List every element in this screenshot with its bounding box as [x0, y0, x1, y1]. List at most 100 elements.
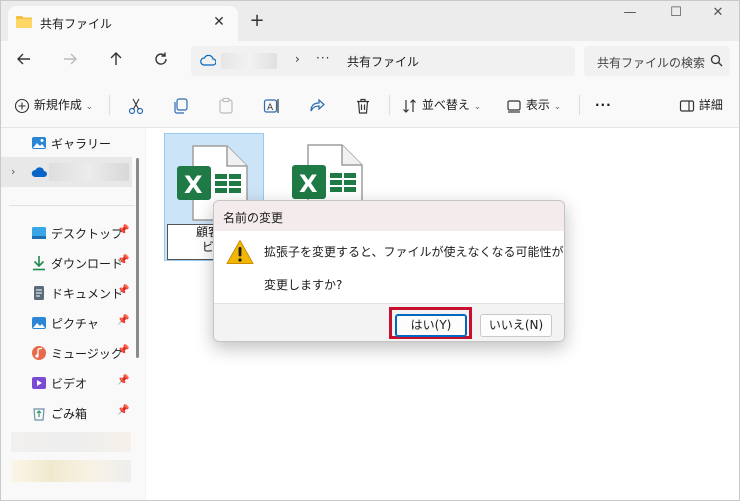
sidebar-item-videos[interactable]: ビデオ 📌	[1, 369, 141, 397]
pin-icon: 📌	[117, 285, 130, 296]
command-bar: 新規作成 ⌄ A 並べ替え ⌄ 表示 ⌄ ··· 詳細	[1, 83, 739, 128]
copy-button[interactable]	[172, 94, 190, 116]
sidebar-item-label: デスクトップ	[51, 227, 124, 241]
music-icon	[32, 346, 46, 360]
breadcrumb-chevron-icon[interactable]: ›	[295, 52, 300, 66]
trash-icon	[357, 98, 369, 114]
sidebar-item-onedrive[interactable]: ›	[1, 157, 132, 187]
search-input[interactable]: 共有ファイルの検索	[584, 46, 730, 76]
share-button[interactable]	[308, 94, 326, 116]
new-tab-button[interactable]: +	[247, 11, 267, 31]
document-icon	[34, 286, 44, 300]
tab-shared-files[interactable]: 共有ファイル ✕	[8, 6, 238, 41]
onedrive-cloud-icon	[31, 167, 47, 177]
desktop-icon	[32, 227, 46, 239]
tab-close-icon[interactable]: ✕	[209, 12, 229, 32]
new-label: 新規作成	[33, 98, 82, 112]
copy-icon	[174, 97, 188, 114]
sidebar-item-desktop[interactable]: デスクトップ 📌	[1, 219, 141, 247]
dialog-message: 拡張子を変更すると、ファイルが使えなくなる可能性があります。	[264, 245, 564, 259]
up-arrow-icon[interactable]	[104, 50, 128, 74]
rename-button[interactable]: A	[263, 94, 281, 116]
sidebar-item-label: ドキュメント	[51, 287, 124, 301]
pin-icon: 📌	[117, 315, 130, 326]
pin-icon: 📌	[117, 225, 130, 236]
divider	[579, 95, 580, 115]
minimize-button[interactable]: —	[607, 3, 653, 23]
divider	[9, 205, 135, 206]
scissors-icon	[128, 98, 144, 114]
dialog-title-bar: 名前の変更	[214, 201, 564, 231]
title-bar: 共有ファイル ✕ + — ☐ ✕	[1, 1, 739, 41]
video-icon	[32, 377, 46, 389]
recycle-bin-icon	[33, 408, 45, 421]
tab-title: 共有ファイル	[40, 17, 113, 31]
search-placeholder: 共有ファイルの検索	[597, 56, 705, 70]
sidebar-item-label: ギャラリー	[51, 137, 112, 151]
plus-circle-icon	[14, 98, 30, 113]
divider	[109, 95, 110, 115]
more-options-button[interactable]: ···	[595, 94, 612, 116]
svg-text:A: A	[267, 103, 274, 113]
sidebar-item-recycle-bin[interactable]: ごみ箱 📌	[1, 399, 141, 427]
sidebar-item-documents[interactable]: ドキュメント 📌	[1, 279, 141, 307]
rename-icon: A	[263, 98, 279, 113]
blurred-sidebar-item	[11, 460, 131, 482]
divider	[389, 95, 390, 115]
delete-button[interactable]	[354, 94, 372, 116]
maximize-button[interactable]: ☐	[653, 3, 699, 23]
view-label: 表示	[525, 98, 550, 112]
sidebar-item-label: ごみ箱	[51, 407, 88, 421]
navigation-bar: › ··· 共有ファイル 共有ファイルの検索	[1, 41, 739, 83]
view-icon	[507, 99, 521, 113]
dialog-title: 名前の変更	[223, 211, 284, 225]
close-button[interactable]: ✕	[695, 3, 739, 23]
view-button[interactable]: 表示 ⌄	[506, 94, 561, 116]
blurred-path	[221, 53, 277, 69]
download-icon	[33, 256, 45, 271]
pin-icon: 📌	[117, 375, 130, 386]
forward-arrow-icon[interactable]	[58, 50, 82, 74]
chevron-right-icon[interactable]: ›	[11, 165, 15, 178]
dialog-question: 変更しますか?	[264, 278, 343, 292]
back-arrow-icon[interactable]	[12, 50, 36, 74]
pin-icon: 📌	[117, 405, 130, 416]
clipboard-icon	[219, 97, 233, 114]
pin-icon: 📌	[117, 255, 130, 266]
sidebar-item-gallery[interactable]: ギャラリー	[1, 129, 141, 157]
paste-button[interactable]	[217, 94, 235, 116]
sidebar-item-label: ピクチャ	[51, 317, 99, 331]
cut-button[interactable]	[127, 94, 145, 116]
address-bar[interactable]: › ··· 共有ファイル	[191, 46, 575, 76]
sidebar-item-downloads[interactable]: ダウンロード 📌	[1, 249, 141, 277]
refresh-icon[interactable]	[149, 50, 173, 74]
sidebar-item-label: ビデオ	[51, 377, 88, 391]
sort-icon	[403, 98, 416, 113]
sidebar-item-label: ダウンロード	[51, 257, 124, 271]
pictures-icon	[32, 317, 46, 329]
dialog-button-bar: はい(Y) いいえ(N)	[214, 303, 564, 341]
rename-warning-dialog: 名前の変更 拡張子を変更すると、ファイルが使えなくなる可能性があります。 変更し…	[213, 200, 565, 342]
svg-text:X: X	[299, 170, 318, 198]
gallery-icon	[32, 137, 46, 149]
yes-button[interactable]: はい(Y)	[395, 314, 467, 337]
pin-icon: 📌	[117, 345, 130, 356]
breadcrumb-more-button[interactable]: ···	[316, 51, 330, 65]
warning-icon	[226, 240, 254, 264]
sidebar-item-label: ミュージック	[51, 347, 123, 361]
sidebar-item-music[interactable]: ミュージック 📌	[1, 339, 141, 367]
blurred-account-name	[49, 163, 129, 181]
no-button[interactable]: いいえ(N)	[480, 314, 552, 337]
share-icon	[310, 98, 325, 111]
details-button[interactable]: 詳細	[679, 94, 723, 116]
svg-text:X: X	[184, 171, 203, 199]
details-pane-icon	[679, 99, 695, 112]
sort-button[interactable]: 並べ替え ⌄	[402, 94, 481, 116]
breadcrumb-current-folder[interactable]: 共有ファイル	[347, 53, 419, 70]
onedrive-cloud-icon	[200, 54, 216, 66]
new-button[interactable]: 新規作成 ⌄	[14, 94, 93, 116]
folder-icon	[16, 16, 32, 28]
search-icon	[710, 54, 723, 67]
sidebar-item-pictures[interactable]: ピクチャ 📌	[1, 309, 141, 337]
sort-label: 並べ替え	[421, 98, 470, 112]
